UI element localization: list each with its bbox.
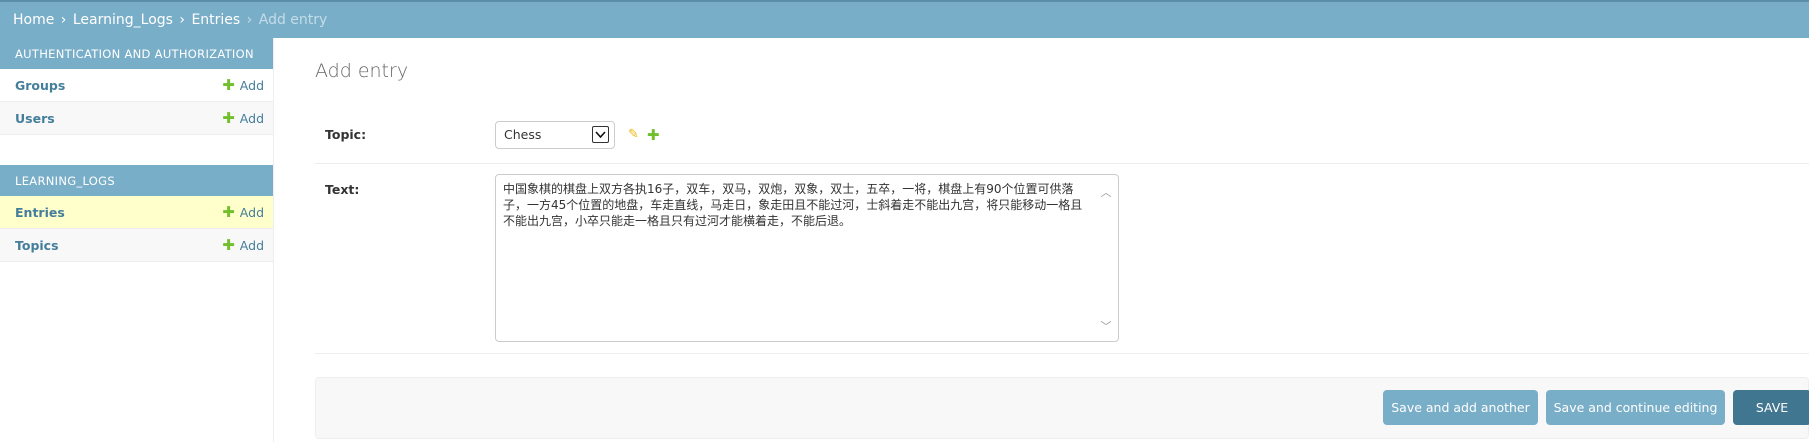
topic-label: Topic:: [325, 127, 367, 142]
topic-field-row: Topic: Chess ✎ ✚: [315, 106, 1809, 164]
text-label: Text:: [325, 182, 360, 197]
add-entry-link[interactable]: ✚ Add: [222, 202, 264, 221]
text-field-row: Text: 中国象棋的棋盘上双方各执16子，双车，双马，双炮，双象，双士，五卒，…: [315, 164, 1809, 354]
page-title: Add entry: [315, 60, 409, 82]
add-topic-link[interactable]: ✚ Add: [222, 235, 264, 254]
main-content: Add entry Topic: Chess ✎ ✚ Text: 中国象棋的棋盘…: [315, 38, 1809, 442]
plus-icon: ✚: [222, 235, 235, 254]
plus-icon: ✚: [222, 75, 235, 94]
breadcrumb-separator: ›: [246, 12, 253, 28]
nav-sidebar: Authentication and Authorization Groups …: [0, 38, 274, 442]
plus-icon: ✚: [222, 202, 235, 221]
plus-icon: ✚: [222, 108, 235, 127]
text-textarea[interactable]: 中国象棋的棋盘上双方各执16子，双车，双马，双炮，双象，双士，五卒，一将，棋盘上…: [495, 174, 1119, 342]
breadcrumb-model[interactable]: Entries: [191, 12, 240, 28]
topic-select-value: Chess: [504, 127, 542, 142]
chevron-up-icon[interactable]: ︿: [1100, 185, 1112, 199]
breadcrumb-current: Add entry: [258, 12, 328, 28]
plus-icon[interactable]: ✚: [647, 126, 660, 144]
breadcrumb: Home › Learning_Logs › Entries › Add ent…: [0, 0, 1809, 38]
pencil-icon[interactable]: ✎: [628, 127, 639, 142]
module-auth: Authentication and Authorization Groups …: [0, 38, 273, 135]
save-and-continue-button[interactable]: Save and continue editing: [1546, 390, 1725, 425]
module-caption[interactable]: Authentication and Authorization: [0, 38, 273, 69]
add-group-link[interactable]: ✚ Add: [222, 75, 264, 94]
sidebar-item-label[interactable]: Groups: [15, 78, 65, 93]
submit-row: Save and add another Save and continue e…: [315, 377, 1809, 439]
sidebar-item-label[interactable]: Entries: [15, 205, 65, 220]
add-label: Add: [239, 237, 264, 253]
topic-select[interactable]: Chess: [495, 120, 615, 149]
sidebar-item-users: Users ✚ Add: [0, 102, 273, 135]
add-label: Add: [239, 204, 264, 220]
breadcrumb-app[interactable]: Learning_Logs: [73, 12, 173, 28]
chevron-down-icon[interactable]: ﹀: [1100, 319, 1112, 333]
breadcrumb-separator: ›: [60, 12, 67, 28]
add-label: Add: [239, 110, 264, 126]
breadcrumb-home[interactable]: Home: [13, 12, 54, 28]
sidebar-item-label[interactable]: Users: [15, 111, 55, 126]
add-user-link[interactable]: ✚ Add: [222, 108, 264, 127]
chevron-down-icon: [592, 126, 609, 143]
text-content: 中国象棋的棋盘上双方各执16子，双车，双马，双炮，双象，双士，五卒，一将，棋盘上…: [503, 182, 1083, 228]
related-widget-links: ✎ ✚: [628, 126, 659, 144]
module-learning-logs: Learning_Logs Entries ✚ Add Topics ✚ Add: [0, 165, 273, 262]
save-and-add-another-button[interactable]: Save and add another: [1383, 390, 1538, 425]
sidebar-item-topics: Topics ✚ Add: [0, 229, 273, 262]
sidebar-item-entries: Entries ✚ Add: [0, 196, 273, 229]
save-button[interactable]: SAVE: [1733, 390, 1809, 425]
add-label: Add: [239, 77, 264, 93]
module-caption[interactable]: Learning_Logs: [0, 165, 273, 196]
sidebar-item-groups: Groups ✚ Add: [0, 69, 273, 102]
sidebar-item-label[interactable]: Topics: [15, 238, 59, 253]
breadcrumb-separator: ›: [179, 12, 185, 28]
